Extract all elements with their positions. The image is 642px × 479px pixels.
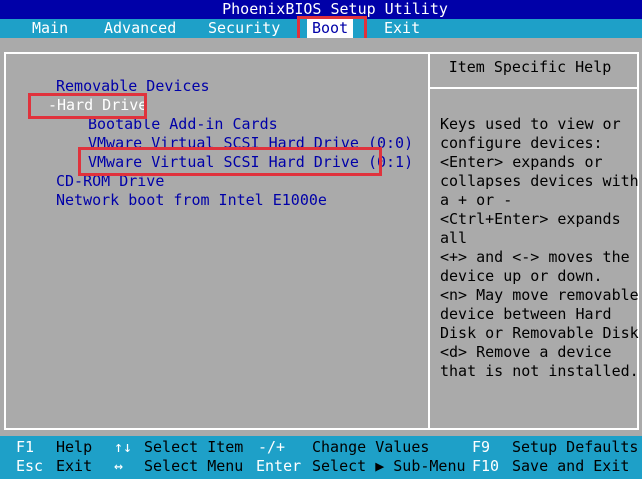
enter-key: Enter xyxy=(256,457,302,475)
menu-security[interactable]: Security xyxy=(208,19,280,38)
boot-network[interactable]: Network boot from Intel E1000e xyxy=(56,191,327,210)
boot-removable-devices[interactable]: Removable Devices xyxy=(56,77,210,96)
help-line: device between Hard xyxy=(440,305,612,323)
boot-scsi-drive-0-0[interactable]: VMware Virtual SCSI Hard Drive (0:0) xyxy=(88,134,413,153)
menu-bar: Main Advanced Security Boot Exit xyxy=(0,19,642,38)
left-right-arrows-icon: ↔ xyxy=(114,457,124,475)
help-line: <d> Remove a device xyxy=(440,343,612,361)
select-menu-label: Select Menu xyxy=(144,457,244,475)
help-line: Keys used to view or xyxy=(440,115,621,133)
menu-main[interactable]: Main xyxy=(32,19,68,38)
setup-defaults-label: Setup Defaults xyxy=(512,438,639,456)
f10-key: F10 xyxy=(472,457,500,475)
title-bar: PhoenixBIOS Setup Utility xyxy=(0,0,642,19)
menu-exit[interactable]: Exit xyxy=(384,19,420,38)
help-line: <n> May move removable xyxy=(440,286,639,304)
help-line: configure devices: xyxy=(440,134,603,152)
up-down-arrows-icon: ↑↓ xyxy=(114,438,133,456)
boot-scsi-drive-0-1[interactable]: VMware Virtual SCSI Hard Drive (0:1) xyxy=(88,153,413,172)
f1-help-label: Help xyxy=(56,438,93,456)
status-bar: F1 Help ↑↓ Select Item -/+ Change Values… xyxy=(0,436,642,479)
boot-cdrom-drive[interactable]: CD-ROM Drive xyxy=(56,172,164,191)
change-values-label: Change Values xyxy=(312,438,430,456)
menu-advanced[interactable]: Advanced xyxy=(104,19,176,38)
main-panel: Removable Devices -Hard Drive Bootable A… xyxy=(0,38,642,436)
help-line: all xyxy=(440,229,468,247)
help-line: Disk or Removable Disk xyxy=(440,324,639,342)
help-line: <+> and <-> moves the xyxy=(440,248,630,266)
help-line: collapses devices with xyxy=(440,172,639,190)
esc-key: Esc xyxy=(16,457,44,475)
boot-bootable-addin-cards[interactable]: Bootable Add-in Cards xyxy=(88,115,278,134)
boot-hard-drive[interactable]: -Hard Drive xyxy=(48,96,147,115)
help-title-divider xyxy=(430,87,638,89)
select-submenu-label: Select ▶ Sub-Menu xyxy=(312,457,466,475)
esc-exit-label: Exit xyxy=(56,457,93,475)
help-line: that is not installed. xyxy=(440,362,639,380)
help-line: <Ctrl+Enter> expands xyxy=(440,210,621,228)
help-title: Item Specific Help xyxy=(448,58,612,76)
select-item-label: Select Item xyxy=(144,438,244,456)
menu-boot[interactable]: Boot xyxy=(307,19,354,38)
app-title: PhoenixBIOS Setup Utility xyxy=(222,0,448,18)
f9-key: F9 xyxy=(472,438,491,456)
save-and-exit-label: Save and Exit xyxy=(512,457,630,475)
help-line: device up or down. xyxy=(440,267,603,285)
plus-minus-key: -/+ xyxy=(258,438,286,456)
help-line: <Enter> expands or xyxy=(440,153,603,171)
f1-key: F1 xyxy=(16,438,35,456)
help-line: a + or - xyxy=(440,191,513,209)
